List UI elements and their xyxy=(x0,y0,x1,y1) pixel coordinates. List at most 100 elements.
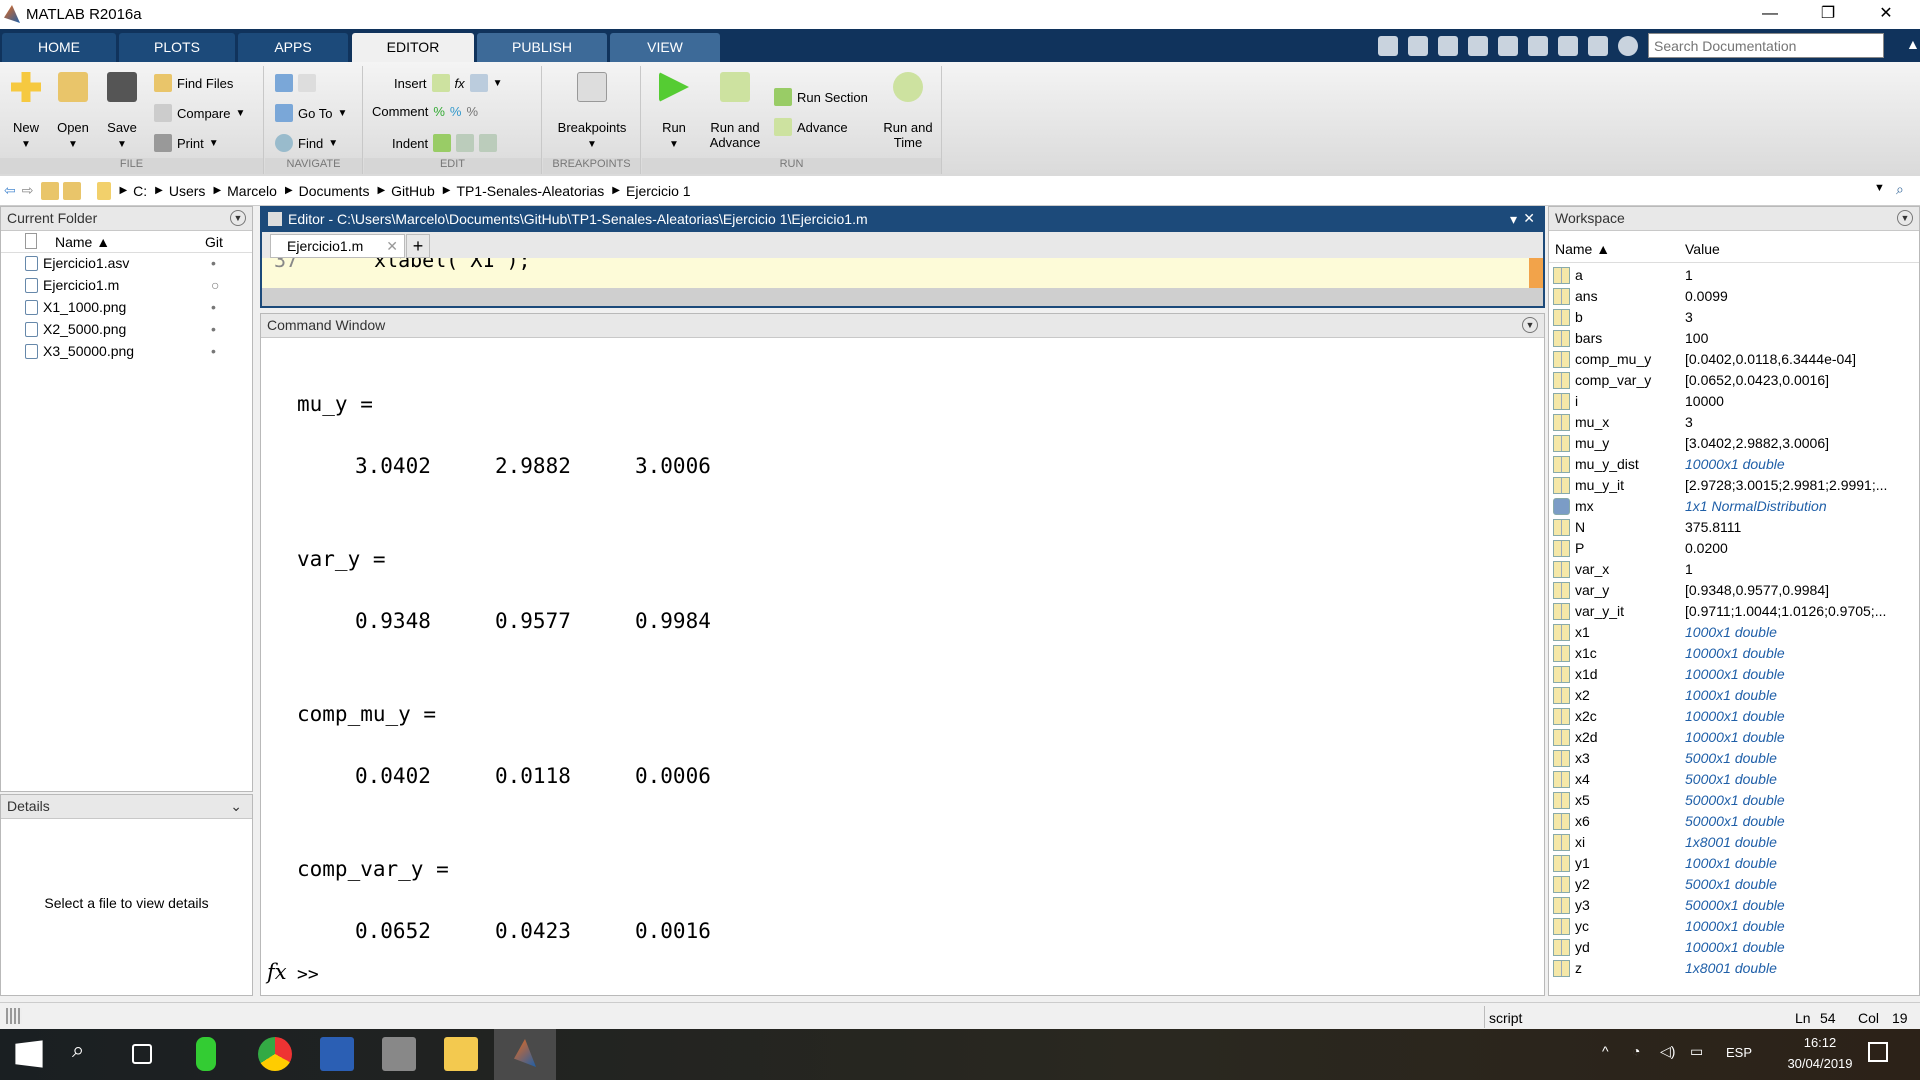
tab-apps[interactable]: APPS xyxy=(238,33,348,62)
status-grip-icon[interactable] xyxy=(6,1008,22,1024)
workspace-variable-row[interactable]: x1c 10000x1 double xyxy=(1553,643,1913,664)
forward-icon[interactable]: ⇨ xyxy=(22,182,34,199)
workspace-variable-row[interactable]: x1 1000x1 double xyxy=(1553,622,1913,643)
minimize-button[interactable]: — xyxy=(1750,2,1790,26)
decrease-indent-icon[interactable] xyxy=(479,134,498,152)
breadcrumb-item[interactable]: Documents xyxy=(299,183,370,199)
breadcrumb-item[interactable]: Ejercicio 1 xyxy=(626,183,691,199)
wrap-comments-icon[interactable]: % xyxy=(466,104,478,119)
matlab-taskbar-button[interactable] xyxy=(494,1029,556,1080)
horizontal-scrollbar[interactable] xyxy=(262,288,1543,306)
texmaker-icon[interactable] xyxy=(382,1037,416,1071)
workspace-variable-row[interactable]: xi 1x8001 double xyxy=(1553,832,1913,853)
battery-icon[interactable]: ▭ xyxy=(1690,1043,1703,1060)
smart-indent-icon[interactable] xyxy=(433,134,452,152)
workspace-variable-row[interactable]: z 1x8001 double xyxy=(1553,958,1913,979)
help-icon[interactable] xyxy=(1618,36,1638,56)
switch-windows-icon[interactable] xyxy=(1588,36,1608,56)
app-green-icon[interactable] xyxy=(196,1037,216,1071)
tab-close-icon[interactable]: ✕ xyxy=(386,238,398,255)
breadcrumb-item[interactable]: Marcelo xyxy=(227,183,277,199)
workspace-variable-row[interactable]: var_y [0.9348,0.9577,0.9984] xyxy=(1553,580,1913,601)
breadcrumb-item[interactable]: C: xyxy=(133,183,147,199)
editor-close-icon[interactable]: ✕ xyxy=(1523,210,1535,227)
tab-view[interactable]: VIEW xyxy=(610,33,720,62)
open-button[interactable]: Open ▼ xyxy=(55,72,91,152)
browse-folder-icon[interactable] xyxy=(63,181,82,200)
insert-fi-icon[interactable] xyxy=(469,74,488,92)
workspace-variable-row[interactable]: x1d 10000x1 double xyxy=(1553,664,1913,685)
file-row[interactable]: X3_50000.png • xyxy=(25,343,216,359)
workspace-variable-row[interactable]: a1 xyxy=(1553,265,1913,286)
address-dropdown-icon[interactable]: ▼ xyxy=(1874,182,1885,194)
workspace-variable-row[interactable]: mu_y_it [2.9728;3.0015;2.9981;2.9991;... xyxy=(1553,475,1913,496)
workspace-variable-row[interactable]: x2 1000x1 double xyxy=(1553,685,1913,706)
value-column-header[interactable]: Value xyxy=(1685,241,1720,257)
language-indicator[interactable]: ESP xyxy=(1726,1045,1752,1060)
workspace-variable-row[interactable]: x2c 10000x1 double xyxy=(1553,706,1913,727)
run-section-button[interactable]: Run Section xyxy=(774,88,868,106)
command-window[interactable]: Command Window ▼ mu_y = 3.0402 2.9882 3.0006… xyxy=(260,313,1545,996)
find-files-button[interactable]: Find Files xyxy=(154,74,233,92)
back-icon[interactable]: ⇦ xyxy=(4,182,16,199)
uncomment-icon[interactable]: % xyxy=(450,104,462,119)
insert-dropdown[interactable]: ▼ xyxy=(493,78,503,89)
paste-icon[interactable] xyxy=(1498,36,1518,56)
command-prompt[interactable]: >> xyxy=(297,964,319,985)
breakpoints-button[interactable]: Breakpoints ▼ xyxy=(553,72,631,152)
collapse-toolstrip-icon[interactable]: ▲ xyxy=(1906,36,1920,52)
print-button[interactable]: Print ▼ xyxy=(154,134,219,152)
notifications-icon[interactable] xyxy=(1868,1042,1888,1062)
goto-button[interactable]: Go To ▼ xyxy=(275,104,347,122)
insert-section-icon[interactable] xyxy=(431,74,450,92)
copy-icon[interactable] xyxy=(1468,36,1488,56)
breadcrumb-item[interactable]: Users xyxy=(169,183,206,199)
workspace-variable-row[interactable]: ans 0.0099 xyxy=(1553,286,1913,307)
close-button[interactable]: ✕ xyxy=(1866,2,1906,26)
comment-icon[interactable]: % xyxy=(433,104,445,119)
file-row[interactable]: Ejercicio1.m ○ xyxy=(25,277,219,293)
find-button[interactable]: Find ▼ xyxy=(275,134,338,152)
back-arrow-icon[interactable] xyxy=(275,74,293,92)
code-analyzer-indicator[interactable] xyxy=(1529,258,1543,288)
workspace-variable-row[interactable]: x3 5000x1 double xyxy=(1553,748,1913,769)
workspace-variable-row[interactable]: N 375.8111 xyxy=(1553,517,1913,538)
git-column-header[interactable]: Git xyxy=(205,234,223,250)
workspace-variable-row[interactable]: x5 50000x1 double xyxy=(1553,790,1913,811)
workspace-variable-row[interactable]: var_x 1 xyxy=(1553,559,1913,580)
workspace-variable-row[interactable]: x4 5000x1 double xyxy=(1553,769,1913,790)
volume-icon[interactable]: ◁) xyxy=(1660,1043,1675,1060)
search-folder-icon[interactable]: ⌕ xyxy=(1896,181,1904,198)
workspace-variable-row[interactable]: comp_var_y [0.0652,0.0423,0.0016] xyxy=(1553,370,1913,391)
workspace-variable-row[interactable]: x6 50000x1 double xyxy=(1553,811,1913,832)
run-and-advance-button[interactable]: Run and Advance xyxy=(704,72,766,150)
word-icon[interactable] xyxy=(320,1037,354,1071)
workspace-variable-row[interactable]: mu_y [3.0402,2.9882,3.0006] xyxy=(1553,433,1913,454)
workspace-variable-row[interactable]: mu_x 3 xyxy=(1553,412,1913,433)
new-tab-button[interactable]: + xyxy=(406,234,430,258)
undo-icon[interactable] xyxy=(1528,36,1548,56)
up-folder-icon[interactable] xyxy=(41,181,60,200)
workspace-variable-row[interactable]: comp_mu_y [0.0402,0.0118,6.3444e-04] xyxy=(1553,349,1913,370)
name-column-header[interactable]: Name ▲ xyxy=(1555,241,1610,257)
workspace-variable-row[interactable]: i 10000 xyxy=(1553,391,1913,412)
workspace-variable-row[interactable]: P 0.0200 xyxy=(1553,538,1913,559)
panel-menu-icon[interactable]: ▼ xyxy=(1522,317,1538,333)
cut-icon[interactable] xyxy=(1438,36,1458,56)
clock-time[interactable]: 16:12 xyxy=(1790,1035,1850,1050)
forward-arrow-icon[interactable] xyxy=(298,74,316,92)
compare-button[interactable]: Compare ▼ xyxy=(154,104,245,122)
breadcrumb-item[interactable]: GitHub xyxy=(391,183,435,199)
breadcrumb-item[interactable]: TP1-Senales-Aleatorias xyxy=(456,183,604,199)
chrome-icon[interactable] xyxy=(258,1037,292,1071)
editor-menu-icon[interactable]: ▾ xyxy=(1510,211,1517,228)
run-button[interactable]: Run ▼ xyxy=(652,72,696,152)
file-explorer-icon[interactable] xyxy=(444,1037,478,1071)
run-and-time-button[interactable]: Run and Time xyxy=(878,72,938,150)
save-button[interactable]: Save ▼ xyxy=(104,72,140,152)
increase-indent-icon[interactable] xyxy=(456,134,475,152)
search-documentation-input[interactable] xyxy=(1648,33,1884,58)
tab-home[interactable]: HOME xyxy=(2,33,116,62)
quick-access-icon[interactable] xyxy=(1378,36,1398,56)
tab-editor[interactable]: EDITOR xyxy=(352,33,474,62)
